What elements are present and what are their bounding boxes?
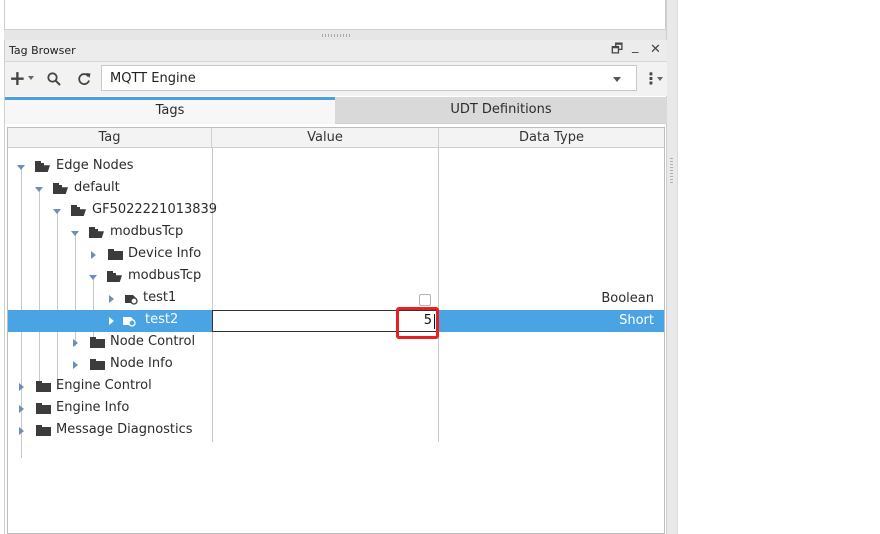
splitter-grip-vertical[interactable] (670, 158, 673, 184)
tree-row-modbustcp-device[interactable]: modbusTcp (8, 266, 664, 288)
tree-label: default (74, 180, 120, 195)
column-header-tag[interactable]: Tag (8, 128, 212, 148)
tree-label: Engine Control (56, 378, 152, 393)
horizontal-splitter[interactable] (4, 30, 668, 40)
column-header-value[interactable]: Value (212, 128, 439, 148)
collapse-icon[interactable] (73, 361, 78, 369)
tag-provider-value: MQTT Engine (110, 71, 196, 86)
tree-label: modbusTcp (128, 268, 202, 283)
collapse-icon[interactable] (19, 427, 24, 435)
minimize-icon[interactable]: _ (632, 39, 639, 55)
folder-open-icon (107, 271, 122, 282)
tree-row-engine-info[interactable]: Engine Info (8, 398, 664, 420)
folder-open-icon (89, 227, 104, 238)
expand-icon[interactable] (53, 209, 61, 214)
value-checkbox[interactable] (419, 294, 431, 306)
tag-icon (123, 317, 136, 327)
tag-provider-dropdown[interactable]: MQTT Engine (101, 65, 637, 91)
right-workspace (677, 0, 880, 534)
tag-tree-table: Tag Value Data Type Edge Nodes default G… (7, 127, 665, 534)
collapse-icon[interactable] (73, 339, 78, 347)
tab-tags[interactable]: Tags (5, 97, 335, 124)
search-icon[interactable] (47, 72, 61, 86)
tree-row-edge-nodes[interactable]: Edge Nodes (8, 156, 664, 178)
close-icon[interactable]: ✕ (650, 42, 661, 58)
tree-row-test1[interactable]: test1 Boolean (8, 288, 664, 310)
tree-label: modbusTcp (110, 224, 184, 239)
chevron-down-icon[interactable] (613, 77, 621, 82)
tree-row-default[interactable]: default (8, 178, 664, 200)
tab-strip: Tags UDT Definitions (5, 97, 667, 124)
panel-titlebar: Tag Browser 🗗 _ ✕ (5, 39, 667, 62)
tree-row-node-info[interactable]: Node Info (8, 354, 664, 376)
expand-icon[interactable] (89, 275, 97, 280)
refresh-icon[interactable] (77, 72, 91, 86)
add-tag-button[interactable]: + (9, 66, 26, 90)
upper-panel (4, 0, 666, 30)
tree-label: Engine Info (56, 400, 130, 415)
tag-browser-toolbar: + MQTT Engine ⋮ (5, 62, 667, 96)
folder-icon (108, 249, 123, 260)
tree-row-node-control[interactable]: Node Control (8, 332, 664, 354)
tab-udt-definitions[interactable]: UDT Definitions (335, 97, 667, 124)
tag-browser-panel: Tag Browser 🗗 _ ✕ + MQTT Engine ⋮ Tags U… (4, 39, 667, 534)
collapse-icon[interactable] (19, 405, 24, 413)
folder-icon (36, 425, 51, 436)
folder-icon (90, 359, 105, 370)
tree-label: test1 (143, 290, 177, 305)
tree-label: Edge Nodes (56, 158, 134, 173)
tree-row-engine-control[interactable]: Engine Control (8, 376, 664, 398)
tree-row-gf5022221013839[interactable]: GF5022221013839 (8, 200, 664, 222)
vertical-splitter[interactable] (667, 0, 677, 534)
panel-title: Tag Browser (9, 44, 76, 57)
expand-icon[interactable] (35, 187, 43, 192)
expand-icon[interactable] (17, 165, 25, 170)
collapse-icon[interactable] (19, 383, 24, 391)
column-header-data-type[interactable]: Data Type (439, 128, 664, 148)
folder-open-icon (71, 205, 86, 216)
tree-label: test2 (145, 312, 179, 327)
collapse-icon[interactable] (109, 317, 114, 325)
add-dropdown-icon[interactable] (28, 76, 34, 80)
folder-icon (90, 337, 105, 348)
tree-row-message-diagnostics[interactable]: Message Diagnostics (8, 420, 664, 442)
folder-open-icon (35, 161, 50, 172)
tree-row-device-info[interactable]: Device Info (8, 244, 664, 266)
restore-icon[interactable]: 🗗 (611, 42, 623, 58)
annotation-highlight-box (396, 307, 439, 339)
tree-label: Node Control (110, 334, 196, 349)
tree-row-test2[interactable]: test2 5 Short (8, 310, 664, 332)
tree-label: Device Info (128, 246, 202, 261)
folder-icon (36, 381, 51, 392)
folder-open-icon (53, 183, 68, 194)
collapse-icon[interactable] (91, 251, 96, 259)
tag-icon (125, 295, 138, 305)
splitter-grip[interactable] (322, 34, 350, 37)
tree-label: GF5022221013839 (92, 202, 218, 217)
tree-row-modbustcp[interactable]: modbusTcp (8, 222, 664, 244)
collapse-icon[interactable] (109, 295, 114, 303)
data-type-cell: Boolean (601, 291, 654, 306)
expand-icon[interactable] (71, 231, 79, 236)
folder-icon (36, 403, 51, 414)
menu-dropdown-icon[interactable] (657, 77, 663, 81)
data-type-cell: Short (619, 313, 654, 328)
tree-label: Node Info (110, 356, 173, 371)
tree-label: Message Diagnostics (56, 422, 193, 437)
